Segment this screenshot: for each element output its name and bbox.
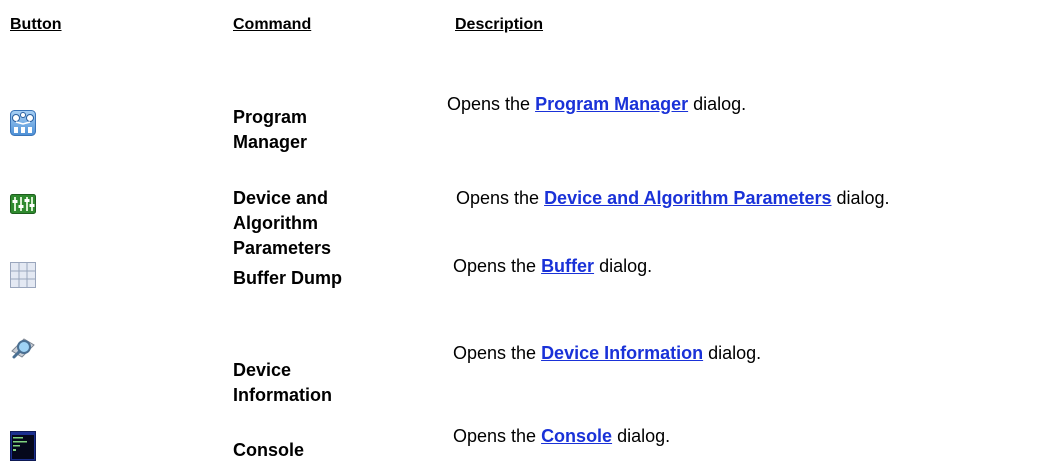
header-description: Description	[455, 16, 544, 33]
description-program-manager: Opens the Program Manager dialog.	[447, 94, 747, 114]
description-buffer: Opens the Buffer dialog.	[453, 256, 653, 276]
console-link[interactable]: Console	[541, 426, 612, 446]
buffer-link[interactable]: Buffer	[541, 256, 594, 276]
command-device-information: Device Information	[233, 360, 332, 405]
header-command: Command	[233, 16, 312, 33]
description-device-information: Opens the Device Information dialog.	[453, 343, 762, 363]
buffer-dump-icon[interactable]	[10, 262, 36, 288]
description-console: Opens the Console dialog.	[453, 426, 671, 446]
command-console: Console	[233, 440, 305, 460]
device-algorithm-parameters-link[interactable]: Device and Algorithm Parameters	[544, 188, 831, 208]
command-buffer-dump: Buffer Dump	[233, 268, 342, 288]
device-information-link[interactable]: Device Information	[541, 343, 703, 363]
description-device-algorithm-parameters: Opens the Device and Algorithm Parameter…	[456, 188, 890, 208]
header-button: Button	[10, 16, 62, 33]
command-device-algorithm-parameters: Device and Algorithm Parameters	[233, 188, 332, 258]
program-manager-icon[interactable]	[10, 110, 36, 136]
device-information-icon[interactable]	[10, 335, 36, 361]
console-icon[interactable]	[10, 431, 36, 461]
command-program-manager: Program Manager	[233, 107, 308, 152]
program-manager-link[interactable]: Program Manager	[535, 94, 688, 114]
device-algorithm-parameters-icon[interactable]	[10, 194, 36, 214]
